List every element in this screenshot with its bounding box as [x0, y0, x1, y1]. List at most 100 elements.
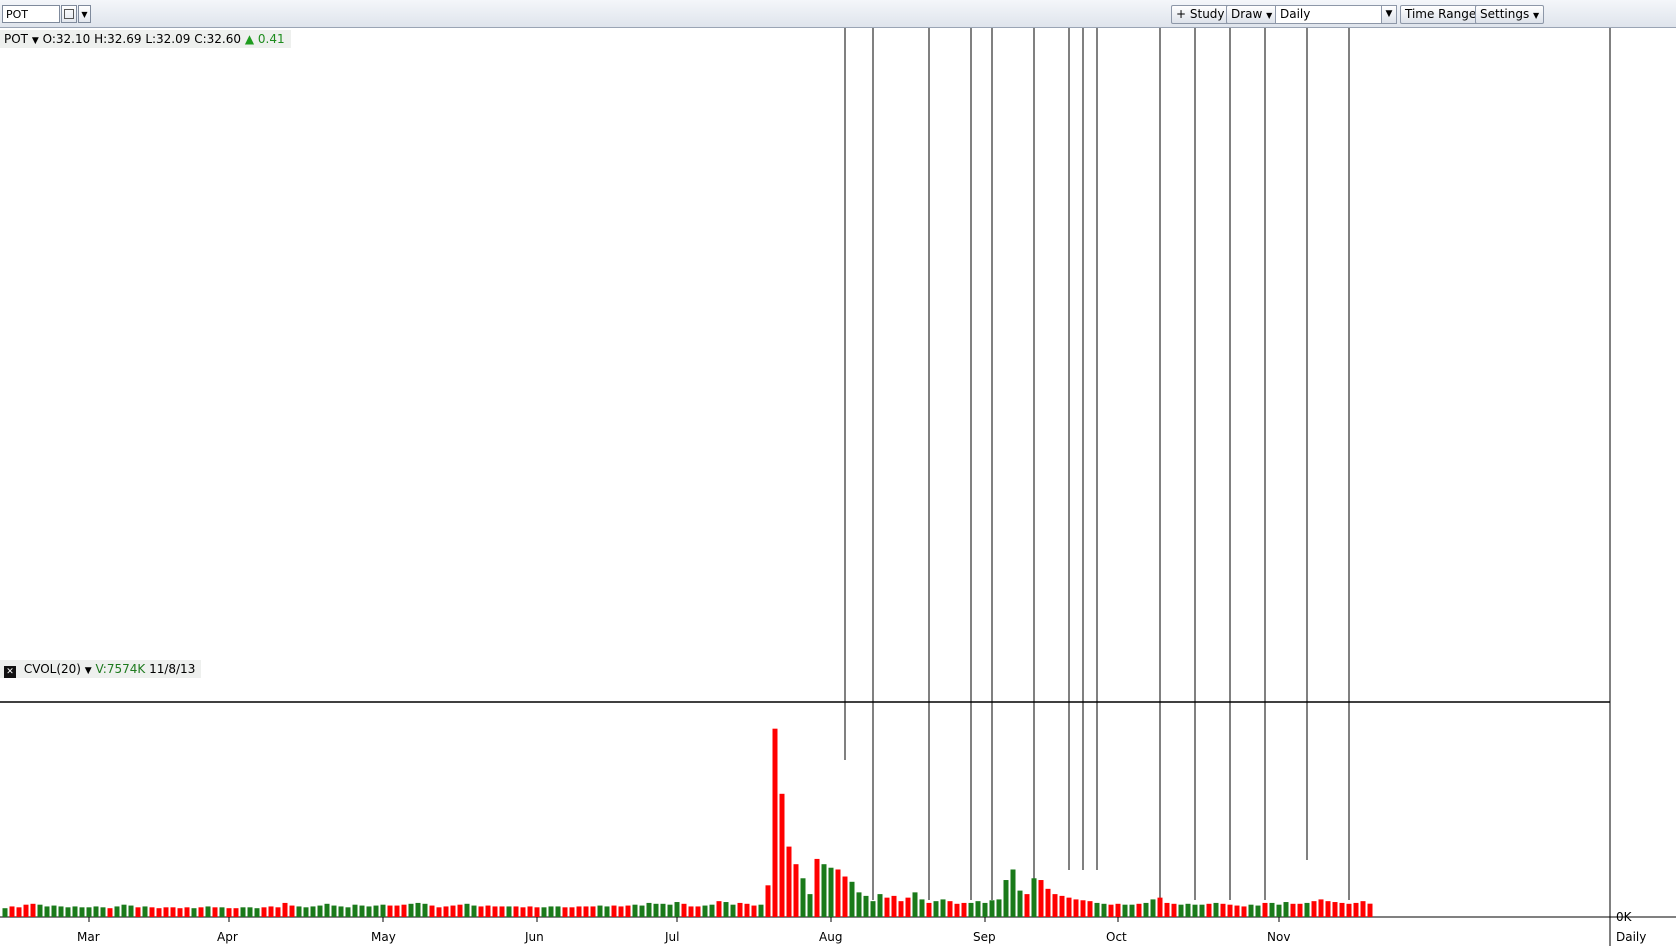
- volume-bar: [464, 903, 470, 917]
- volume-bar: [345, 907, 351, 917]
- volume-bar: [1087, 901, 1093, 917]
- draw-button[interactable]: Draw ▼: [1226, 5, 1278, 24]
- volume-bar: [1150, 899, 1156, 917]
- volume-bar: [576, 906, 582, 917]
- square-icon: [64, 9, 74, 19]
- volume-bar: [1360, 901, 1366, 917]
- volume-bar: [765, 885, 771, 917]
- volume-bar: [1199, 904, 1205, 917]
- volume-bar: [1024, 894, 1030, 917]
- volume-bar: [968, 902, 974, 917]
- volume-bar: [828, 867, 834, 917]
- volume-bar: [737, 902, 743, 917]
- volume-bars: [2, 728, 1373, 917]
- volume-bar: [1311, 901, 1317, 917]
- caret-down-icon: ▼: [1266, 11, 1273, 20]
- volume-value: V:7574K: [95, 662, 146, 676]
- volume-bar: [786, 846, 792, 917]
- volume-bar: [1269, 902, 1275, 917]
- volume-bar: [625, 905, 631, 917]
- volume-bar: [240, 907, 246, 917]
- toolbar: ▼ + Study Draw ▼ Daily ▼ Time Range Sett…: [0, 0, 1676, 28]
- volume-bar: [751, 905, 757, 917]
- volume-bar: [639, 905, 645, 917]
- volume-bar: [653, 903, 659, 917]
- caret-down-icon[interactable]: ▼: [32, 36, 39, 46]
- symbol-dropdown-button[interactable]: ▼: [78, 5, 91, 23]
- volume-bar: [1094, 902, 1100, 917]
- volume-bar: [387, 905, 393, 917]
- volume-bar: [1332, 902, 1338, 917]
- volume-bar: [807, 894, 813, 917]
- footer-interval-label: Daily: [1616, 930, 1646, 944]
- volume-bar: [520, 907, 526, 917]
- volume-bar: [268, 906, 274, 917]
- volume-bar: [583, 906, 589, 917]
- volume-bar: [191, 908, 197, 917]
- volume-bar: [744, 903, 750, 917]
- volume-bar: [870, 901, 876, 917]
- volume-bar: [975, 901, 981, 917]
- volume-bar: [1227, 904, 1233, 917]
- volume-bar: [492, 906, 498, 917]
- volume-bar: [758, 904, 764, 917]
- volume-bar: [1255, 905, 1261, 917]
- volume-bar: [100, 907, 106, 917]
- symbol-lookup-button[interactable]: [61, 5, 77, 23]
- volume-bar: [555, 906, 561, 917]
- close-study-icon[interactable]: ✕: [4, 666, 16, 678]
- volume-bar: [1346, 903, 1352, 917]
- volume-bar: [149, 907, 155, 917]
- volume-bar: [450, 905, 456, 917]
- time-range-button[interactable]: Time Range: [1400, 5, 1482, 24]
- volume-bar: [1283, 902, 1289, 917]
- volume-bar: [1234, 905, 1240, 917]
- volume-bar: [275, 907, 281, 917]
- interval-select[interactable]: Daily ▼: [1275, 5, 1397, 24]
- x-tick-label-nov: Nov: [1267, 930, 1290, 944]
- volume-bar: [982, 902, 988, 917]
- volume-bar: [394, 905, 400, 917]
- settings-label: Settings: [1480, 7, 1530, 21]
- volume-bar: [1192, 904, 1198, 917]
- volume-bar: [1101, 903, 1107, 917]
- volume-bar: [667, 904, 673, 917]
- legend-symbol[interactable]: POT: [4, 32, 28, 46]
- volume-bar: [814, 858, 820, 917]
- volume-bar: [324, 903, 330, 917]
- close-value: C:32.60: [194, 32, 242, 46]
- volume-bar: [1017, 890, 1023, 917]
- symbol-input[interactable]: [2, 5, 60, 23]
- volume-bar: [898, 901, 904, 917]
- volume-bar: [485, 905, 491, 917]
- draw-label: Draw: [1231, 7, 1263, 21]
- add-study-button[interactable]: + Study: [1171, 5, 1230, 24]
- caret-down-icon[interactable]: ▼: [85, 666, 92, 676]
- volume-bar: [1010, 869, 1016, 917]
- volume-bar: [800, 878, 806, 917]
- volume-bar: [1031, 878, 1037, 917]
- volume-bar: [513, 906, 519, 917]
- volume-bar: [79, 907, 85, 917]
- study-name[interactable]: CVOL(20): [24, 662, 81, 676]
- volume-bar: [821, 864, 827, 917]
- volume-bar: [912, 892, 918, 917]
- chart-area[interactable]: 44.5044.0043.5043.0042.5042.0041.5041.00…: [0, 28, 1676, 946]
- volume-bar: [261, 907, 267, 917]
- settings-button[interactable]: Settings ▼: [1475, 5, 1545, 24]
- volume-bar: [478, 906, 484, 917]
- volume-bar: [1276, 904, 1282, 917]
- volume-bar: [121, 904, 127, 917]
- volume-bar: [177, 908, 183, 917]
- volume-bar: [877, 894, 883, 917]
- volume-bar: [1003, 880, 1009, 917]
- volume-bar: [835, 869, 841, 917]
- change-value: 0.41: [257, 32, 285, 46]
- volume-bar: [51, 905, 57, 917]
- volume-bar: [1157, 897, 1163, 917]
- x-tick-label-sep: Sep: [973, 930, 996, 944]
- volume-bar: [590, 906, 596, 917]
- volume-bar: [660, 903, 666, 917]
- volume-bar: [1297, 903, 1303, 917]
- volume-bar: [331, 905, 337, 917]
